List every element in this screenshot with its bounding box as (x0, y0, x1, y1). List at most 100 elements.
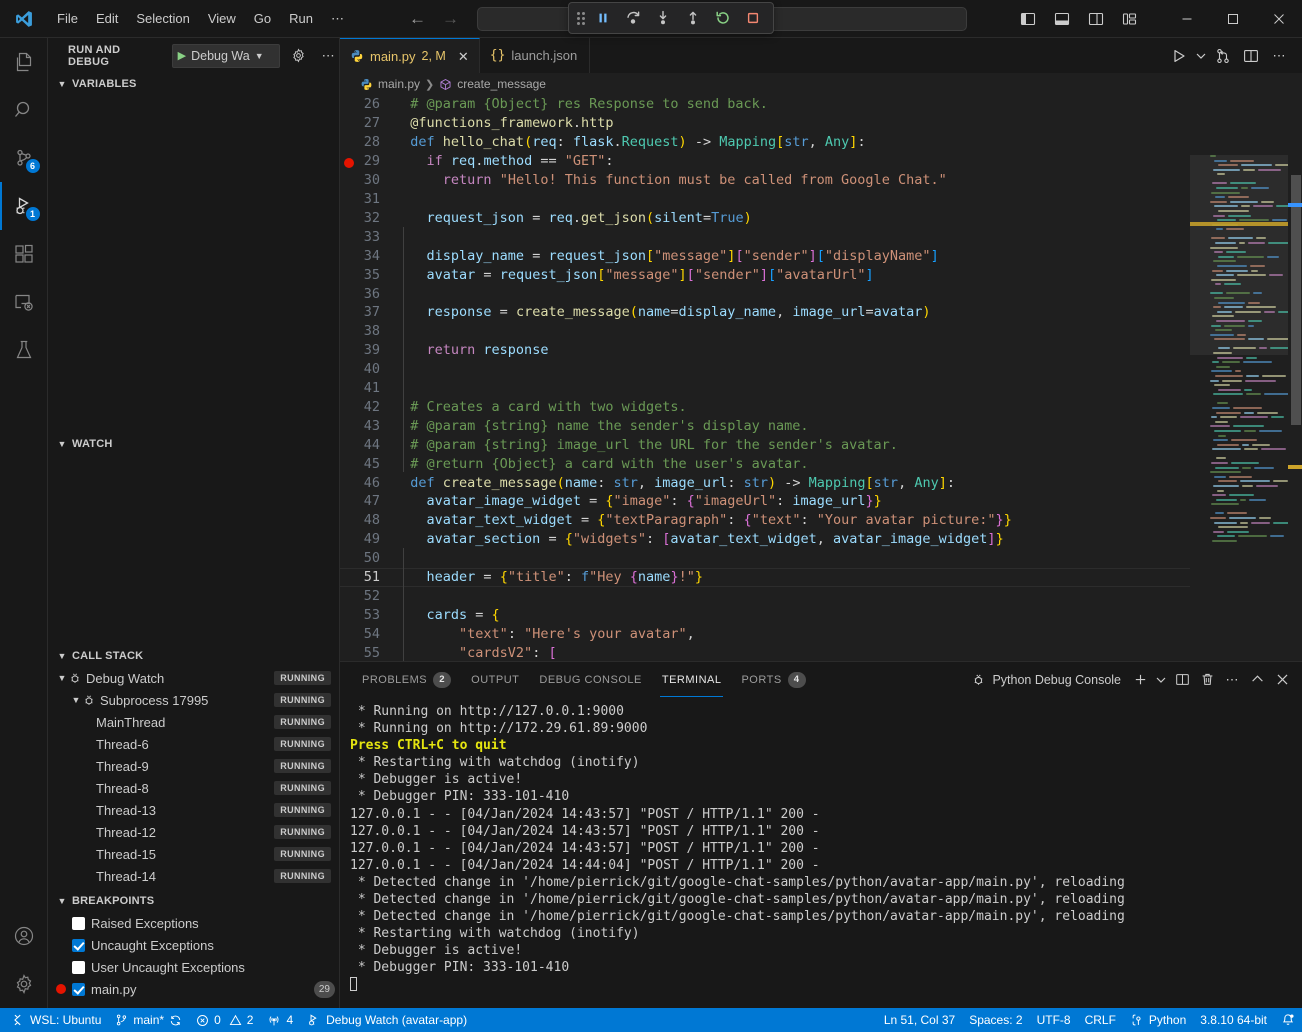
line-number[interactable]: 26 (340, 96, 394, 112)
split-editor-icon[interactable] (1238, 43, 1264, 69)
code-line[interactable]: 42 # Creates a card with two widgets. (340, 398, 1190, 417)
code-line[interactable]: 28 def hello_chat(req: flask.Request) ->… (340, 133, 1190, 152)
code-line[interactable]: 26 # @param {Object} res Response to sen… (340, 95, 1190, 114)
panel-tab-debug-console[interactable]: DEBUG CONSOLE (529, 662, 651, 697)
line-number[interactable]: 49 (340, 531, 394, 547)
chevron-down-icon[interactable]: ▼ (70, 695, 82, 705)
code-line[interactable]: 46 def create_message(name: str, image_u… (340, 473, 1190, 492)
code-line[interactable]: 34 display_name = request_json["message"… (340, 246, 1190, 265)
panel-tab-ports[interactable]: PORTS4 (731, 662, 815, 697)
menu-run[interactable]: Run (280, 7, 322, 30)
code-line[interactable]: 44 # @param {string} image_url the URL f… (340, 435, 1190, 454)
call-stack-row[interactable]: Thread-15RUNNING (48, 843, 339, 865)
window-maximize-button[interactable] (1210, 0, 1256, 38)
code-line[interactable]: 55 "cardsV2": [ (340, 643, 1190, 661)
activity-item-search[interactable] (0, 86, 48, 134)
code-line[interactable]: 30 return "Hello! This function must be … (340, 171, 1190, 190)
panel-tab-terminal[interactable]: TERMINAL (652, 662, 732, 697)
line-number[interactable]: 27 (340, 115, 394, 131)
sidebar-more-actions-icon[interactable]: ⋯ (317, 45, 339, 67)
start-debugging-icon[interactable]: ▶ (178, 49, 186, 62)
line-number[interactable]: 45 (340, 456, 394, 472)
code-line[interactable]: 33 (340, 227, 1190, 246)
status-remote-host[interactable]: WSL: Ubuntu (4, 1008, 108, 1032)
chevron-down-icon[interactable]: ▼ (255, 51, 264, 61)
call-stack-row[interactable]: Thread-14RUNNING (48, 865, 339, 887)
breadcrumb-file[interactable]: main.py (378, 77, 420, 91)
section-header-watch[interactable]: ▼ WATCH (48, 433, 339, 455)
call-stack-row[interactable]: Thread-13RUNNING (48, 799, 339, 821)
debug-toolbar[interactable] (568, 2, 774, 34)
menu-file[interactable]: File (48, 7, 87, 30)
call-stack-row[interactable]: MainThreadRUNNING (48, 711, 339, 733)
line-number[interactable]: 52 (340, 588, 394, 604)
section-header-variables[interactable]: ▼ VARIABLES (48, 73, 339, 95)
line-number[interactable]: 50 (340, 550, 394, 566)
toggle-secondary-sidebar-icon[interactable] (1080, 4, 1112, 34)
debug-stop-button[interactable] (739, 5, 767, 31)
code-line[interactable]: 37 response = create_message(name=displa… (340, 303, 1190, 322)
chevron-down-icon[interactable]: ▼ (56, 673, 68, 683)
code-line[interactable]: 36 (340, 284, 1190, 303)
editor-more-actions-icon[interactable]: ⋯ (1266, 43, 1292, 69)
code-line[interactable]: 50 (340, 549, 1190, 568)
code-line[interactable]: 31 (340, 190, 1190, 209)
status-git-branch[interactable]: main* (108, 1008, 189, 1032)
line-number[interactable]: 55 (340, 645, 394, 661)
line-number[interactable]: 39 (340, 342, 394, 358)
minimap[interactable] (1190, 95, 1302, 661)
call-stack-row[interactable]: Thread-9RUNNING (48, 755, 339, 777)
line-number[interactable]: 43 (340, 418, 394, 434)
activity-item-explorer[interactable] (0, 38, 48, 86)
window-close-button[interactable] (1256, 0, 1302, 38)
code-line[interactable]: 39 return response (340, 341, 1190, 360)
active-terminal-label[interactable]: Python Debug Console (971, 672, 1121, 687)
customize-layout-icon[interactable] (1114, 4, 1146, 34)
status-ports-forwarded[interactable]: 4 (260, 1008, 300, 1032)
breakpoint-checkbox[interactable] (72, 983, 85, 996)
panel-tab-problems[interactable]: PROBLEMS2 (352, 662, 461, 697)
code-line[interactable]: 54 "text": "Here's your avatar", (340, 624, 1190, 643)
debug-pause-button[interactable] (589, 5, 617, 31)
line-number[interactable]: 41 (340, 380, 394, 396)
line-number[interactable]: 53 (340, 607, 394, 623)
status-problems[interactable]: 0 2 (189, 1008, 260, 1032)
menu-selection[interactable]: Selection (127, 7, 198, 30)
line-number[interactable]: 34 (340, 248, 394, 264)
panel-tab-output[interactable]: OUTPUT (461, 662, 529, 697)
toggle-primary-sidebar-icon[interactable] (1012, 4, 1044, 34)
debug-step-into-button[interactable] (649, 5, 677, 31)
breakpoint-checkbox[interactable] (72, 961, 85, 974)
debug-step-over-button[interactable] (619, 5, 647, 31)
debug-step-out-button[interactable] (679, 5, 707, 31)
go-forward-icon[interactable]: → (442, 10, 459, 27)
editor-tab-close-icon[interactable]: ✕ (458, 50, 469, 63)
editor-scrollbar[interactable] (1288, 95, 1302, 661)
section-header-call-stack[interactable]: ▼ CALL STACK (48, 645, 339, 667)
debug-configuration-selector[interactable]: ▶ Debug Wa ▼ (172, 44, 280, 68)
breakpoint-row[interactable]: main.py29 (48, 978, 339, 1000)
activity-item-manage-settings[interactable] (0, 960, 48, 1008)
code-editor[interactable]: 26 # @param {Object} res Response to sen… (340, 95, 1302, 661)
code-line[interactable]: 45 # @return {Object} a card with the us… (340, 454, 1190, 473)
call-stack-row[interactable]: ▼Debug WatchRUNNING (48, 667, 339, 689)
breakpoint-row[interactable]: User Uncaught Exceptions (48, 956, 339, 978)
debug-restart-button[interactable] (709, 5, 737, 31)
go-back-icon[interactable]: ← (409, 10, 426, 27)
status-debug-session[interactable]: Debug Watch (avatar-app) (300, 1008, 474, 1032)
terminal-output[interactable]: * Running on http://127.0.0.1:9000 * Run… (340, 697, 1302, 1008)
status-indentation[interactable]: Spaces: 2 (962, 1008, 1029, 1032)
line-number[interactable]: 29 (340, 153, 394, 169)
new-terminal-icon[interactable] (1128, 668, 1152, 692)
call-stack-row[interactable]: Thread-12RUNNING (48, 821, 339, 843)
status-language-mode[interactable]: Python (1123, 1008, 1193, 1032)
status-encoding[interactable]: UTF-8 (1030, 1008, 1078, 1032)
code-line[interactable]: 53 cards = { (340, 605, 1190, 624)
code-line[interactable]: 43 # @param {string} name the sender's d… (340, 416, 1190, 435)
scrollbar-thumb[interactable] (1291, 175, 1301, 425)
code-line[interactable]: 49 avatar_section = {"widgets": [avatar_… (340, 530, 1190, 549)
close-panel-icon[interactable] (1270, 668, 1294, 692)
line-number[interactable]: 30 (340, 172, 394, 188)
status-notifications[interactable] (1274, 1008, 1302, 1032)
line-number[interactable]: 28 (340, 134, 394, 150)
